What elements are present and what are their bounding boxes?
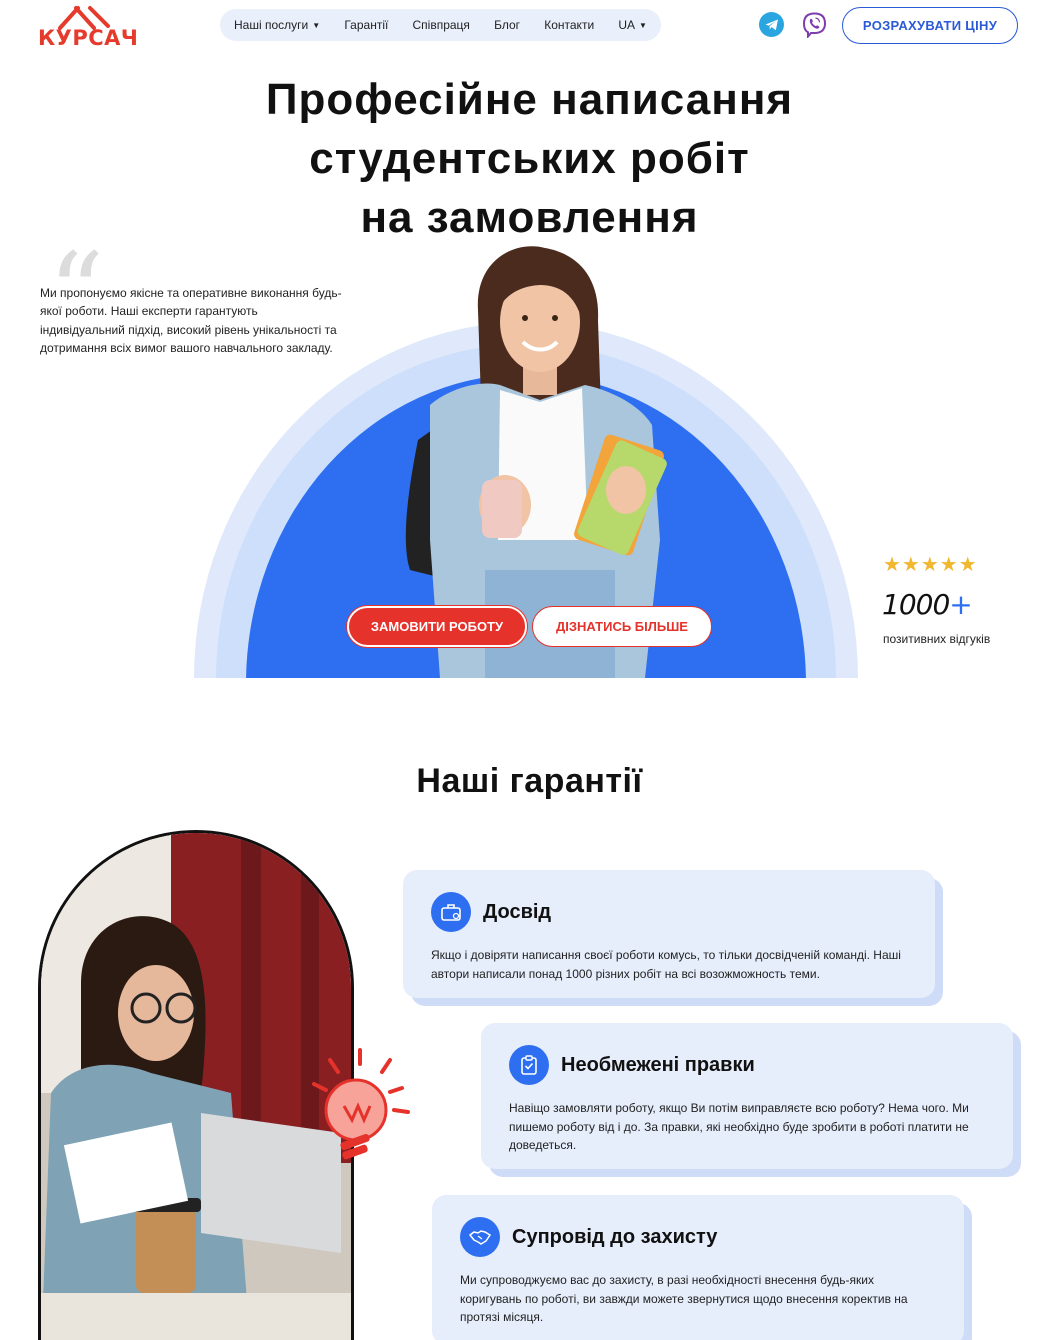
hero-title: Професійне написання студентських робіт … bbox=[0, 70, 1059, 247]
reviews-count-number: 1000 bbox=[882, 588, 950, 621]
nav-label: Наші послуги bbox=[234, 18, 309, 32]
plus-icon: + bbox=[949, 588, 972, 621]
viber-icon[interactable] bbox=[801, 11, 828, 38]
nav-label: Гарантії bbox=[344, 18, 389, 32]
hero-title-line: студентських робіт bbox=[309, 134, 750, 183]
card-text: Ми супроводжуємо вас до захисту, в разі … bbox=[460, 1273, 908, 1324]
guarantee-card-revisions: Необмежені правки Навіщо замовляти робот… bbox=[481, 1023, 1013, 1169]
card-title: Необмежені правки bbox=[561, 1053, 755, 1076]
caret-down-icon: ▼ bbox=[312, 20, 321, 30]
card-title: Досвід bbox=[483, 900, 552, 923]
logo-text: КУРСАЧ bbox=[38, 26, 139, 50]
guarantee-card-support: Супровід до захисту Ми супроводжуємо вас… bbox=[432, 1195, 964, 1340]
caret-down-icon: ▼ bbox=[639, 20, 647, 30]
hero-title-line: на замовлення bbox=[360, 193, 699, 242]
nav-item-services[interactable]: Наші послуги ▼ bbox=[234, 18, 320, 32]
nav-label: Контакти bbox=[544, 18, 595, 32]
checklist-icon bbox=[509, 1045, 549, 1085]
main-nav: Наші послуги ▼ Гарантії Співпраця Блог Ко… bbox=[220, 9, 661, 41]
nav-item-guarantees[interactable]: Гарантії bbox=[344, 18, 388, 32]
card-title: Супровід до захисту bbox=[512, 1225, 718, 1248]
card-text: Якщо і довіряти написання своєї роботи к… bbox=[431, 948, 901, 981]
handshake-icon bbox=[460, 1217, 500, 1257]
reviews-label: позитивних відгуків bbox=[883, 632, 991, 646]
nav-label: Блог bbox=[494, 18, 521, 32]
nav-item-cooperation[interactable]: Співпраця bbox=[413, 18, 470, 32]
hero-title-line: Професійне написання bbox=[265, 75, 794, 124]
language-select[interactable]: UA ▼ bbox=[618, 18, 647, 32]
card-text: Навіщо замовляти роботу, якщо Ви потім в… bbox=[509, 1101, 969, 1152]
order-work-button[interactable]: ЗАМОВИТИ РОБОТУ bbox=[347, 606, 527, 647]
briefcase-icon bbox=[431, 892, 471, 932]
guarantees-title: Наші гарантії bbox=[416, 762, 643, 800]
reviews-count: 1000+ bbox=[882, 588, 973, 621]
nav-item-blog[interactable]: Блог bbox=[494, 18, 520, 32]
logo[interactable]: КУРСАЧ bbox=[38, 4, 138, 50]
lightbulb-icon bbox=[312, 1048, 410, 1160]
telegram-icon[interactable] bbox=[759, 12, 784, 37]
nav-item-contacts[interactable]: Контакти bbox=[544, 18, 594, 32]
nav-label: Співпраця bbox=[412, 18, 470, 32]
learn-more-button[interactable]: ДІЗНАТИСЬ БІЛЬШЕ bbox=[532, 606, 712, 647]
nav-label: UA bbox=[618, 18, 636, 32]
guarantee-card-experience: Досвід Якщо і довіряти написання своєї р… bbox=[403, 870, 935, 998]
rating-stars: ★★★★★ bbox=[883, 554, 978, 576]
calculate-price-button[interactable]: РОЗРАХУВАТИ ЦІНУ bbox=[842, 7, 1018, 44]
